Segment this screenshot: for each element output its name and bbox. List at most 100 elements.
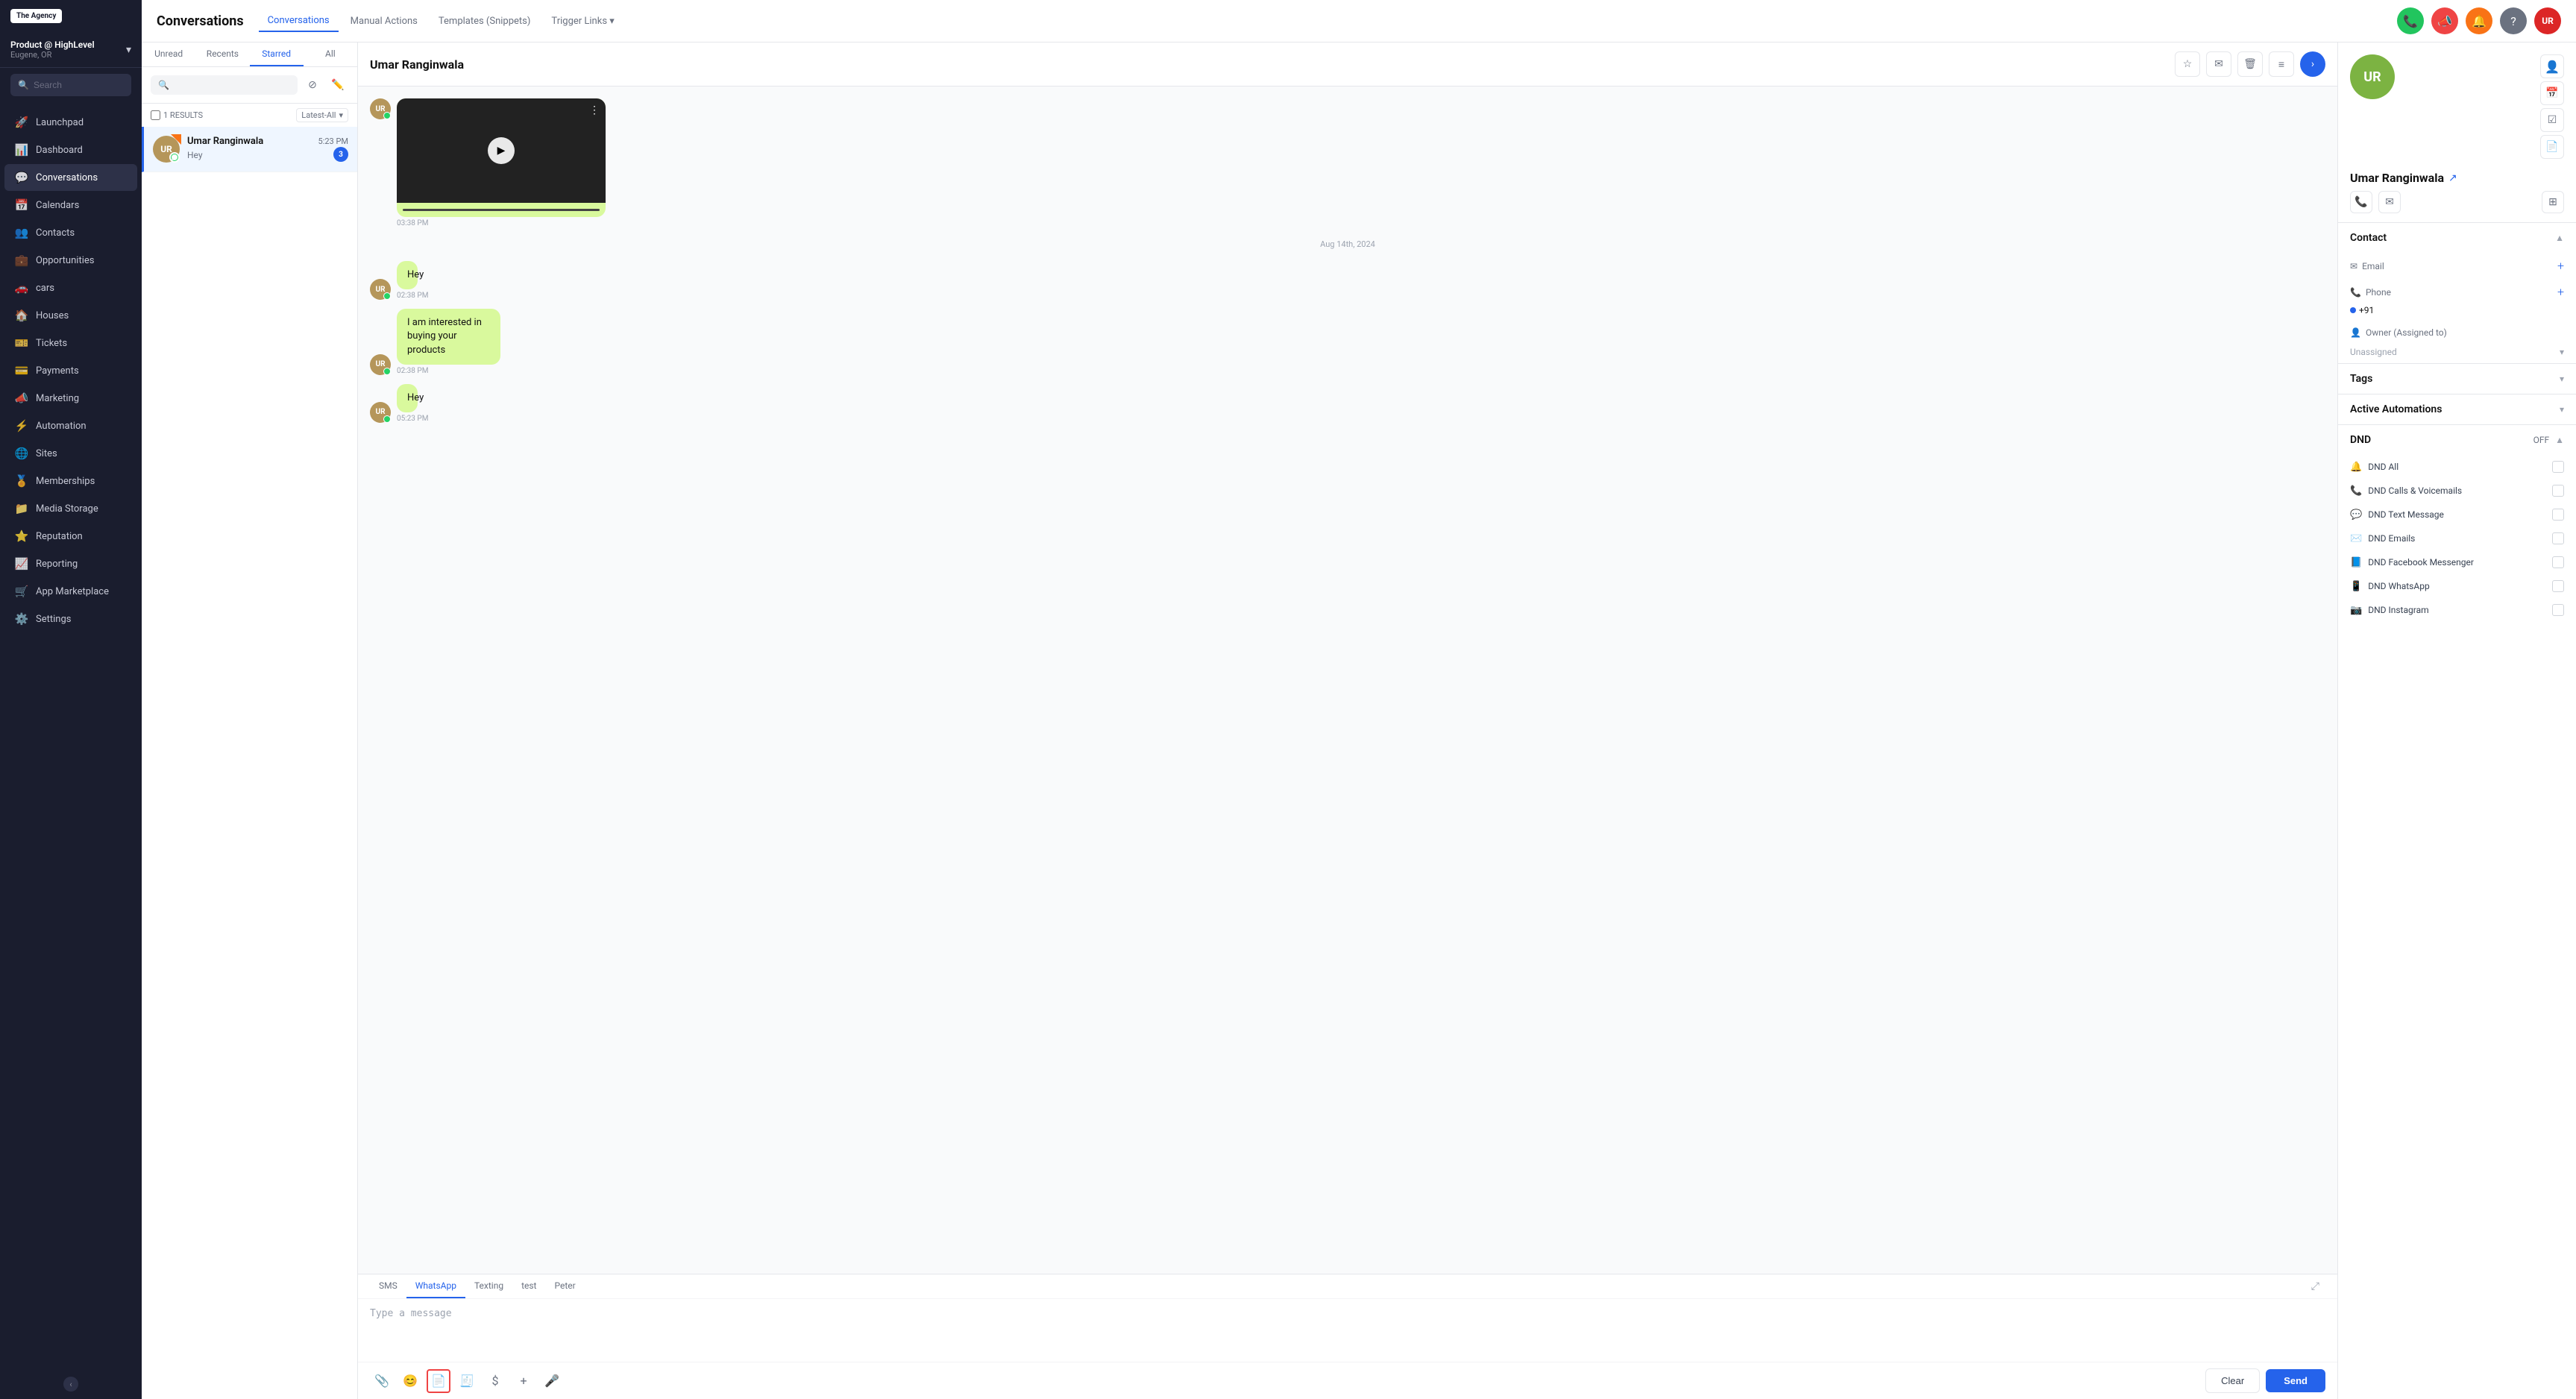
rp-profile-button[interactable]: 👤	[2540, 54, 2564, 78]
dnd-checkbox[interactable]	[2552, 556, 2564, 568]
message-input[interactable]	[358, 1299, 2337, 1359]
sidebar-item-dashboard[interactable]: 📊 Dashboard	[4, 136, 137, 163]
search-input[interactable]	[34, 80, 142, 90]
dnd-item-label: 📞 DND Calls & Voicemails	[2350, 485, 2462, 497]
topbar-nav-conversations[interactable]: Conversations	[259, 10, 339, 32]
chat-send-area: Clear Send	[2205, 1368, 2325, 1393]
rp-calendar-button[interactable]: 📅	[2540, 81, 2564, 105]
doc-button[interactable]: 📄	[427, 1369, 450, 1393]
add-phone-button[interactable]: +	[2557, 285, 2564, 299]
sidebar-item-settings[interactable]: ⚙️ Settings	[4, 606, 137, 632]
sidebar-item-reporting[interactable]: 📈 Reporting	[4, 550, 137, 577]
dnd-checkbox[interactable]	[2552, 485, 2564, 497]
dnd-item-text: DND Text Message	[2368, 509, 2444, 520]
emoji-button[interactable]: 😊	[398, 1369, 422, 1393]
dnd-section-header[interactable]: DND OFF ▲	[2338, 425, 2576, 455]
conv-filter-button[interactable]: ⊘	[302, 75, 323, 95]
phone-value-row: +91	[2338, 305, 2576, 321]
sidebar-item-marketing[interactable]: 📣 Marketing	[4, 385, 137, 412]
conv-tab-all[interactable]: All	[304, 43, 357, 66]
sidebar-collapse-button[interactable]: ‹	[63, 1377, 78, 1392]
star-action-button[interactable]: ☆	[2175, 51, 2200, 77]
topbar-nav-manual-actions[interactable]: Manual Actions	[342, 11, 427, 31]
next-button[interactable]: ›	[2300, 51, 2325, 77]
chat-tab-sms[interactable]: SMS	[370, 1274, 406, 1298]
sidebar-item-contacts[interactable]: 👥 Contacts	[4, 219, 137, 246]
sidebar-item-houses[interactable]: 🏠 Houses	[4, 302, 137, 329]
sidebar-item-media-storage[interactable]: 📁 Media Storage	[4, 495, 137, 522]
dnd-checkbox[interactable]	[2552, 461, 2564, 473]
rp-email-button[interactable]: ✉	[2378, 191, 2401, 213]
owner-value-row[interactable]: Unassigned ▾	[2338, 344, 2576, 363]
topbar-nav-trigger-links[interactable]: Trigger Links ▾	[542, 11, 623, 31]
reputation-icon: ⭐	[15, 529, 28, 543]
chat-tab-test[interactable]: test	[512, 1274, 545, 1298]
select-all-checkbox[interactable]	[151, 110, 160, 120]
sidebar-item-launchpad[interactable]: 🚀 Launchpad	[4, 109, 137, 136]
dnd-status: OFF ▲	[2533, 435, 2564, 445]
user-avatar[interactable]: UR	[2534, 7, 2561, 34]
chat-tab-whatsapp[interactable]: WhatsApp	[406, 1274, 465, 1298]
message-bubble: I am interested in buying your products	[397, 309, 500, 365]
topbar-right: 📞 📣 🔔 ? UR	[2397, 7, 2561, 34]
megaphone-button[interactable]: 📣	[2431, 7, 2458, 34]
sidebar-item-conversations[interactable]: 💬 Conversations	[4, 164, 137, 191]
select-all-label[interactable]: 1 RESULTS	[151, 110, 203, 120]
rp-phone-button[interactable]: 📞	[2350, 191, 2372, 213]
sidebar-item-opportunities[interactable]: 💼 Opportunities	[4, 247, 137, 274]
help-button[interactable]: ?	[2500, 7, 2527, 34]
conv-tab-unread[interactable]: Unread	[142, 43, 195, 66]
dnd-checkbox[interactable]	[2552, 604, 2564, 616]
conv-list-tabs: UnreadRecentsStarredAll	[142, 43, 357, 67]
dnd-checkbox[interactable]	[2552, 580, 2564, 592]
external-link-button[interactable]: ↗	[2448, 172, 2457, 184]
sidebar-account[interactable]: Product @ HighLevel Eugene, OR ▾	[0, 32, 142, 68]
rp-grid-button[interactable]: ⊞	[2542, 191, 2564, 213]
sidebar-item-reputation[interactable]: ⭐ Reputation	[4, 523, 137, 550]
sidebar-item-memberships[interactable]: 🏅 Memberships	[4, 468, 137, 494]
conv-tab-starred[interactable]: Starred	[250, 43, 304, 66]
filter-action-button[interactable]: ≡	[2269, 51, 2294, 77]
email-action-button[interactable]: ✉	[2206, 51, 2231, 77]
add-email-button[interactable]: +	[2557, 259, 2564, 273]
video-more-button[interactable]: ⋮	[589, 104, 600, 116]
mic-button[interactable]: 🎤	[540, 1369, 564, 1393]
rp-doc-button[interactable]: 📄	[2540, 135, 2564, 159]
sort-button[interactable]: Latest-All ▾	[296, 108, 348, 122]
tags-section: Tags ▾	[2338, 363, 2576, 394]
sidebar-item-automation[interactable]: ⚡ Automation	[4, 412, 137, 439]
phone-button[interactable]: 📞	[2397, 7, 2424, 34]
chat-tab-texting[interactable]: Texting	[465, 1274, 512, 1298]
conv-tab-recents[interactable]: Recents	[195, 43, 249, 66]
sidebar-item-sites[interactable]: 🌐 Sites	[4, 440, 137, 467]
video-play-button[interactable]: ▶	[488, 137, 515, 164]
send-button[interactable]: Send	[2266, 1369, 2325, 1392]
dnd-checkbox[interactable]	[2552, 532, 2564, 544]
plus-button[interactable]: +	[512, 1369, 535, 1393]
sidebar-item-cars[interactable]: 🚗 cars	[4, 274, 137, 301]
attach-button[interactable]: 📎	[370, 1369, 394, 1393]
conv-search-input[interactable]: umar	[174, 80, 290, 90]
tags-section-header[interactable]: Tags ▾	[2338, 364, 2576, 394]
delete-action-button[interactable]: 🗑	[2237, 51, 2263, 77]
clear-button[interactable]: Clear	[2205, 1368, 2260, 1393]
chat-tab-peter[interactable]: Peter	[545, 1274, 584, 1298]
sidebar-item-payments[interactable]: 💳 Payments	[4, 357, 137, 384]
account-name: Product @ HighLevel	[10, 40, 95, 50]
sidebar-item-app-marketplace[interactable]: 🛒 App Marketplace	[4, 578, 137, 605]
conv-list-item[interactable]: UR Umar Ranginwala 5:23 PM Hey 3	[142, 127, 357, 172]
sidebar-item-tickets[interactable]: 🎫 Tickets	[4, 330, 137, 356]
dnd-item-icon: 📞	[2350, 485, 2362, 497]
automations-section-header[interactable]: Active Automations ▾	[2338, 394, 2576, 424]
sidebar-item-calendars[interactable]: 📅 Calendars	[4, 192, 137, 219]
topbar-nav-templates[interactable]: Templates (Snippets)	[430, 11, 540, 31]
chat-expand-button[interactable]: ⤢	[2305, 1274, 2325, 1298]
contact-section-header[interactable]: Email Contact ▲	[2338, 223, 2576, 253]
conv-edit-button[interactable]: ✏️	[327, 75, 348, 95]
rp-checkbox-button[interactable]: ☑	[2540, 108, 2564, 132]
dnd-checkbox[interactable]	[2552, 509, 2564, 521]
invoice-button[interactable]: 🧾	[455, 1369, 479, 1393]
notification-button[interactable]: 🔔	[2466, 7, 2492, 34]
owner-field-row: 👤 Owner (Assigned to)	[2338, 321, 2576, 344]
dollar-button[interactable]: $	[483, 1369, 507, 1393]
